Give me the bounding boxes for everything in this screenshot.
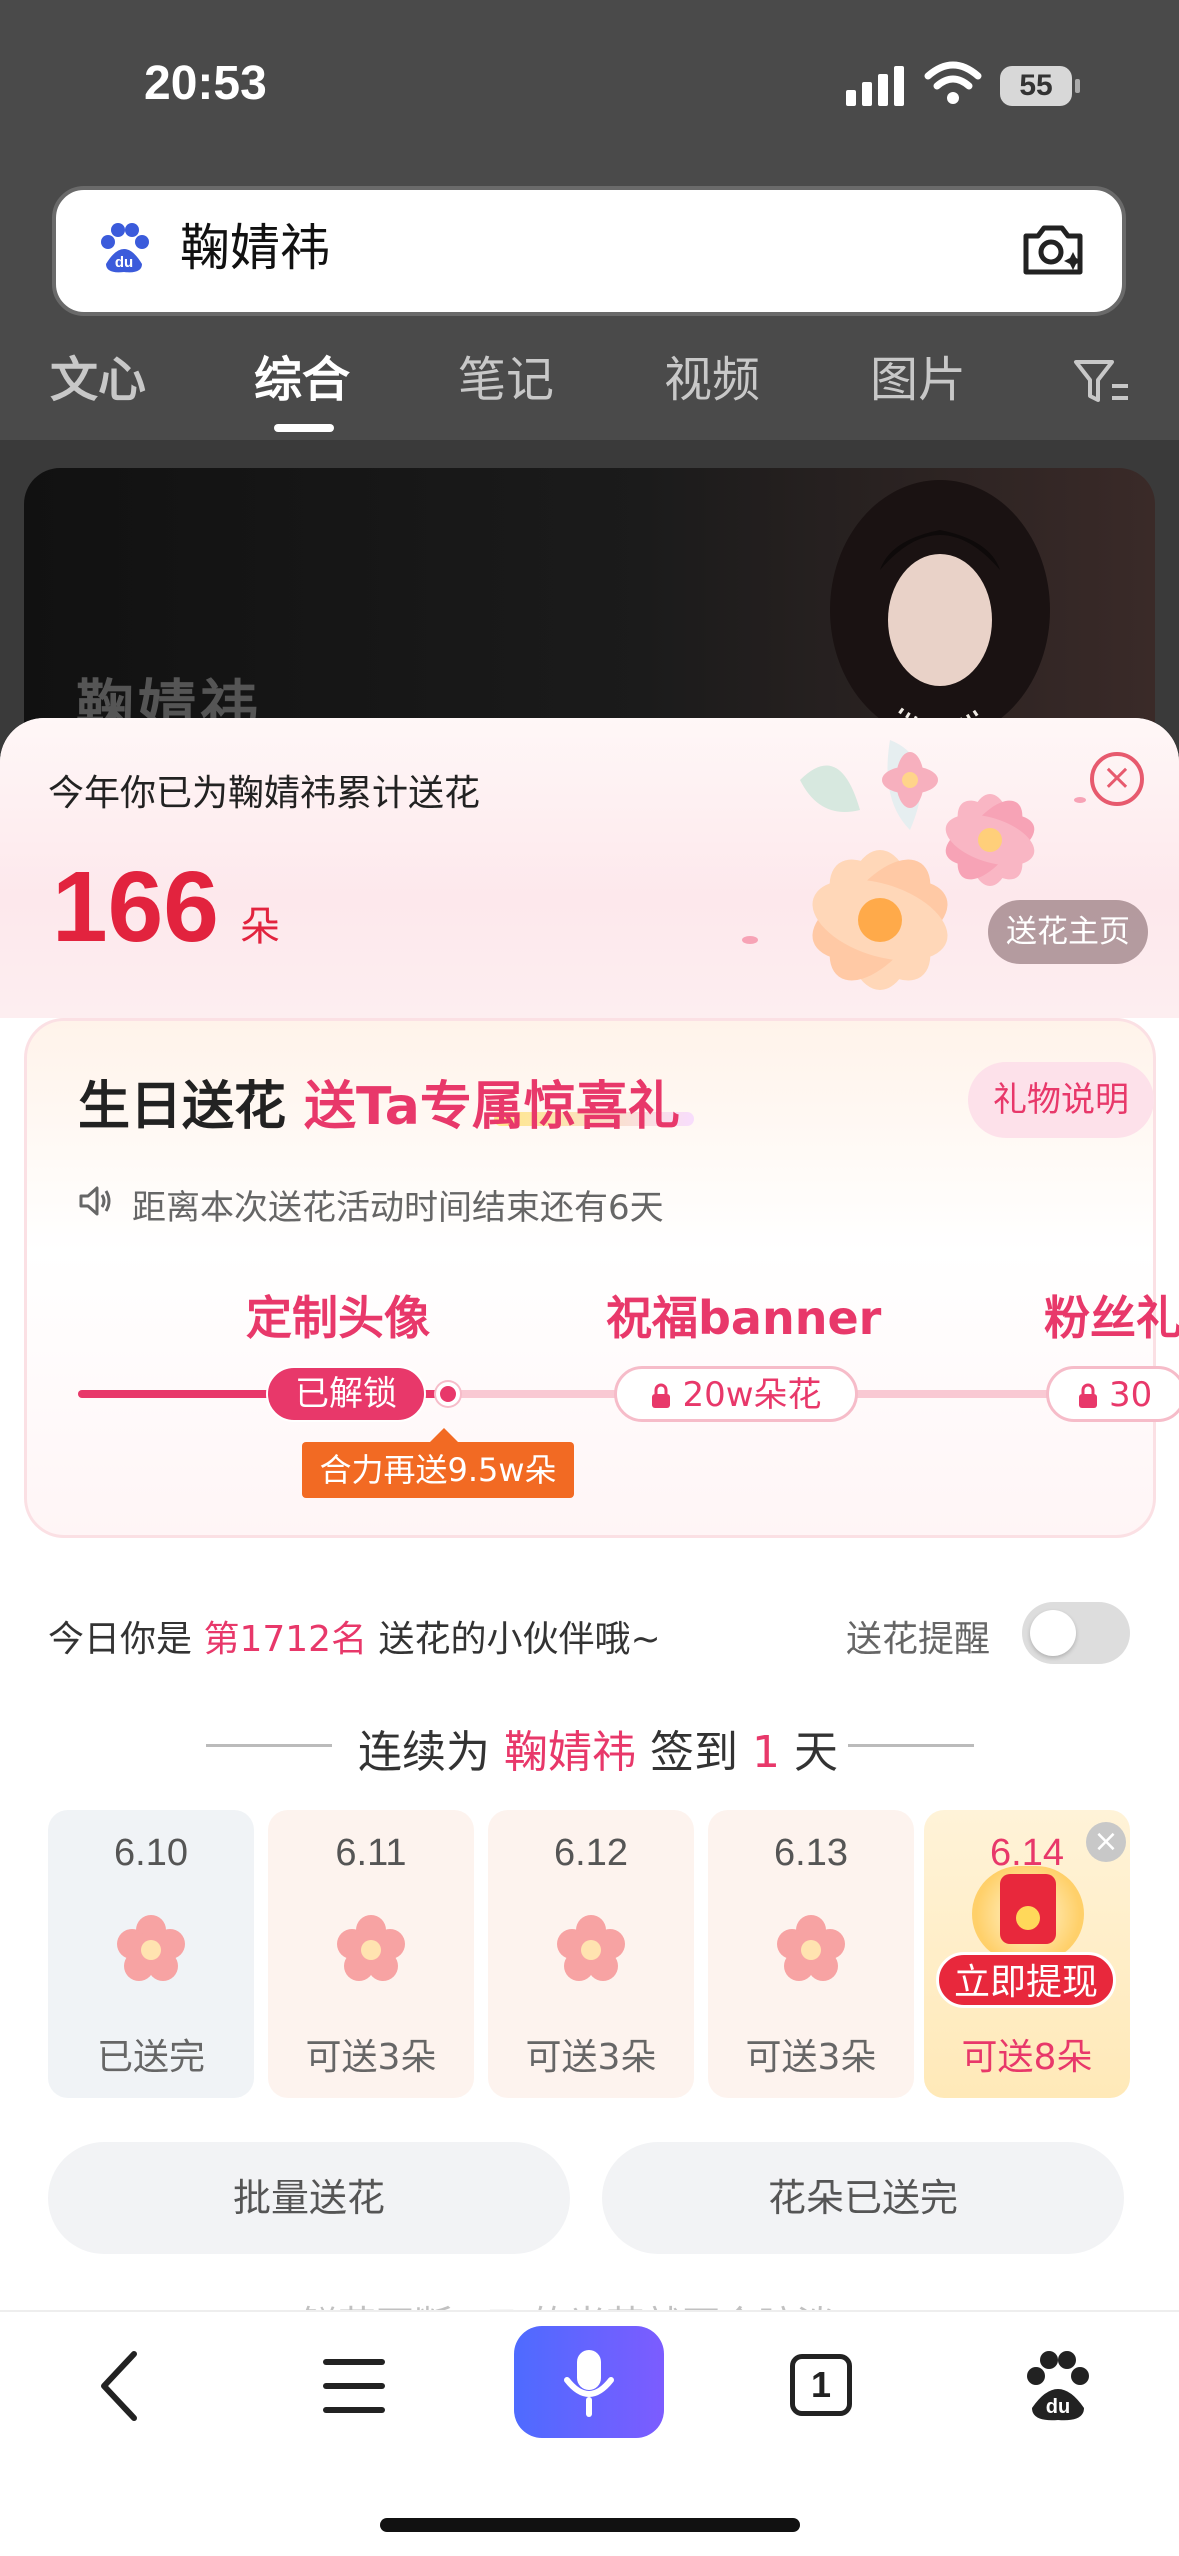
tab-all[interactable]: 综合 — [254, 350, 350, 410]
day-status: 可送3朵 — [745, 2037, 877, 2078]
flower-count-unit: 朵 — [240, 904, 280, 950]
summary-text: 今年你已为鞠婧祎累计送花 — [48, 773, 481, 814]
day-date: 6.11 — [335, 1832, 407, 1874]
active-tab-indicator — [274, 424, 334, 432]
day-card[interactable]: 6.11 可送3朵 — [268, 1810, 474, 2098]
batch-send-button[interactable]: 批量送花 — [48, 2142, 570, 2254]
rank-number: 第1712名 — [203, 1619, 368, 1660]
microphone-icon — [564, 2350, 614, 2417]
tab-video[interactable]: 视频 — [664, 350, 760, 410]
tab-notes[interactable]: 笔记 — [458, 350, 554, 410]
svg-text:du: du — [1046, 2396, 1070, 2418]
lock-icon — [652, 1383, 671, 1408]
flower-home-button[interactable]: 送花主页 — [988, 900, 1148, 964]
divider — [206, 1744, 332, 1747]
milestone-pill-text: 30 — [1109, 1375, 1153, 1415]
cellular-signal-icon — [846, 62, 906, 106]
flower-count: 166 — [52, 851, 219, 963]
camera-search-icon[interactable] — [1020, 218, 1086, 280]
streak-prefix: 连续为 — [358, 1727, 490, 1778]
streak-suffix: 天 — [794, 1727, 838, 1778]
rank-prefix: 今日你是 — [48, 1619, 193, 1660]
day-card[interactable]: 6.10 已送完 — [48, 1810, 254, 2098]
flower-icon — [777, 1915, 845, 1981]
streak-mid: 签到 — [650, 1727, 738, 1778]
day-card[interactable]: 6.12 可送3朵 — [488, 1810, 694, 2098]
day-date: 6.10 — [114, 1832, 188, 1874]
streak-days: 1 — [752, 1727, 780, 1778]
remaining-tip: 合力再送9.5w朵 — [302, 1428, 574, 1498]
home-indicator — [380, 2518, 800, 2532]
milestone-label: 粉丝礼 — [1044, 1291, 1179, 1345]
speaker-icon — [79, 1186, 111, 1216]
wifi-icon — [924, 61, 982, 104]
activity-notice: 距离本次送花活动时间结束还有6天 — [132, 1188, 664, 1228]
milestone-locked-pill[interactable]: 20w朵花 — [614, 1366, 858, 1422]
divider — [848, 1744, 974, 1747]
flower-illustration — [742, 740, 1086, 990]
streak-name: 鞠婧祎 — [504, 1727, 636, 1778]
battery-indicator: 55 — [1000, 66, 1080, 106]
tab-wenxin[interactable]: 文心 — [50, 350, 146, 410]
baidu-home-icon[interactable]: du — [1018, 2346, 1098, 2426]
withdraw-button[interactable]: 立即提现 — [936, 1952, 1116, 2008]
streak-text: 连续为 鞠婧祎 签到 1 天 — [358, 1716, 838, 1780]
day-date: 6.12 — [554, 1832, 628, 1874]
milestone-unlocked-pill[interactable]: 已解锁 — [266, 1366, 426, 1422]
day-card[interactable]: 6.13 可送3朵 — [708, 1810, 914, 2098]
day-status: 可送3朵 — [525, 2037, 657, 2078]
tab-images[interactable]: 图片 — [870, 350, 966, 410]
day-date: 6.13 — [774, 1832, 848, 1874]
tab-bar — [0, 340, 1179, 440]
birthday-title: 生日送花 — [78, 1077, 287, 1137]
rank-suffix: 送花的小伙伴哦~ — [378, 1619, 661, 1660]
flower-icon — [337, 1915, 405, 1981]
status-time: 20:53 — [144, 57, 267, 110]
close-icon[interactable]: × — [1086, 1822, 1126, 1862]
birthday-slogan: 送Ta专属惊喜礼 — [304, 1077, 680, 1137]
flowers-done-button[interactable]: 花朵已送完 — [602, 2142, 1124, 2254]
milestone-label: 祝福banner — [606, 1291, 882, 1345]
milestone-pill-text: 20w朵花 — [682, 1375, 822, 1415]
flower-icon — [117, 1915, 185, 1981]
svg-text:du: du — [115, 254, 133, 271]
day-status: 已送完 — [96, 2037, 205, 2078]
search-input[interactable]: 鞠婧祎 — [180, 218, 330, 278]
back-icon[interactable] — [84, 2346, 164, 2426]
progress-marker — [436, 1382, 460, 1406]
milestone-label: 定制头像 — [246, 1291, 430, 1345]
remind-label: 送花提醒 — [846, 1619, 991, 1660]
lock-icon — [1079, 1383, 1097, 1408]
filter-icon[interactable] — [1072, 356, 1132, 406]
menu-icon[interactable] — [314, 2346, 394, 2426]
flower-icon — [557, 1915, 625, 1981]
milestone-locked-pill[interactable]: 30 — [1046, 1366, 1179, 1422]
rank-text: 今日你是 第1712名 送花的小伙伴哦~ — [48, 1610, 661, 1662]
day-status: 可送3朵 — [305, 2037, 437, 2078]
close-icon[interactable]: × — [1090, 752, 1144, 806]
tabs-count-icon[interactable]: 1 — [782, 2346, 862, 2426]
day-status: 可送8朵 — [961, 2037, 1093, 2078]
gift-info-button[interactable]: 礼物说明 — [968, 1062, 1154, 1138]
tab-count: 1 — [790, 2354, 852, 2416]
baidu-paw-icon: du — [101, 223, 149, 273]
remind-toggle-knob[interactable] — [1030, 1610, 1076, 1656]
coin-icon — [1016, 1906, 1040, 1930]
